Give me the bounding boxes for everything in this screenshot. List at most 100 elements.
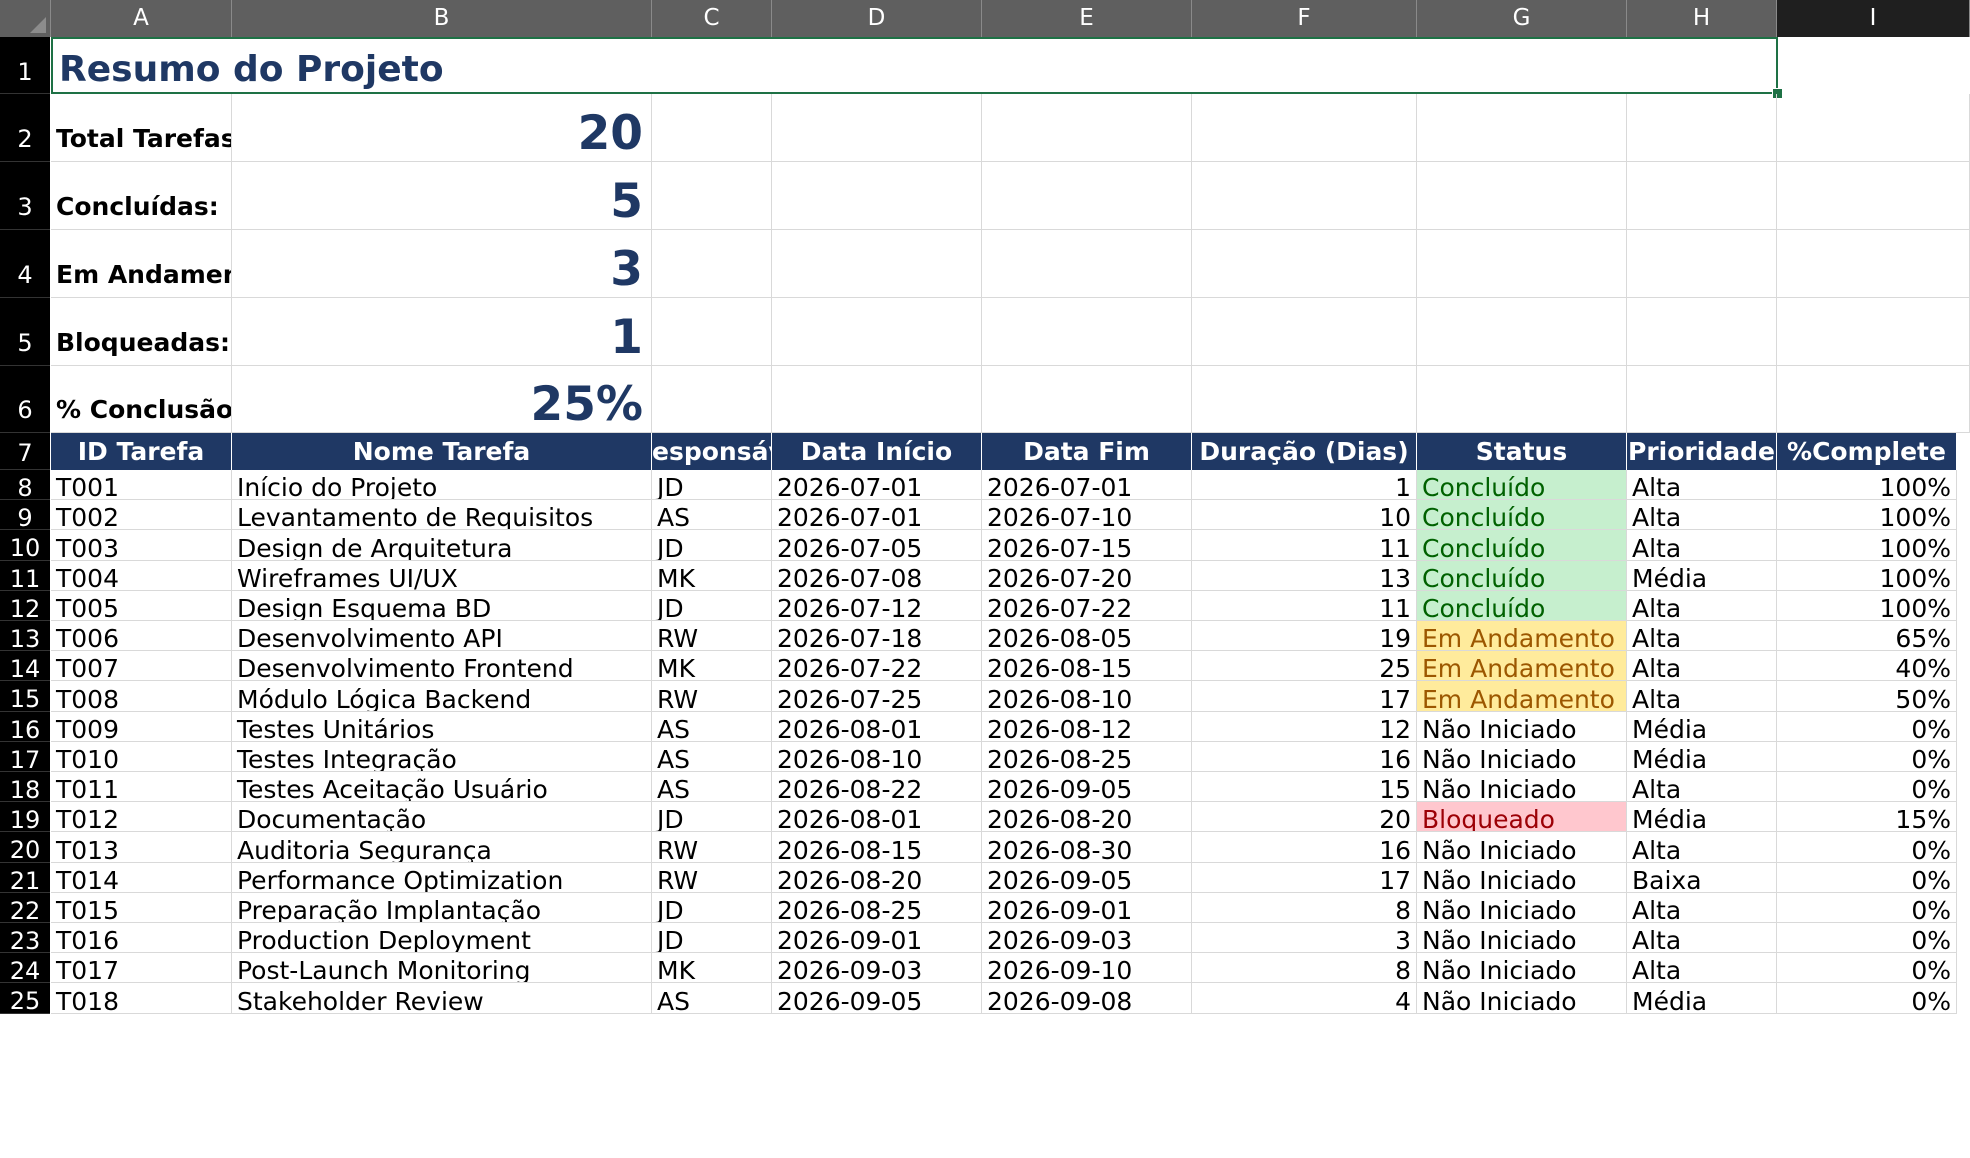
row-header[interactable]: 13 <box>0 621 50 653</box>
empty-cell[interactable] <box>1627 298 1777 366</box>
task-start-date[interactable]: 2026-07-25 <box>772 681 982 712</box>
task-responsible[interactable]: JD <box>652 470 772 500</box>
task-status[interactable]: Não Iniciado <box>1417 893 1627 923</box>
task-end-date[interactable]: 2026-08-20 <box>982 802 1192 832</box>
task-end-date[interactable]: 2026-08-12 <box>982 712 1192 742</box>
task-duration[interactable]: 10 <box>1192 500 1417 530</box>
task-end-date[interactable]: 2026-09-03 <box>982 923 1192 953</box>
summary-label[interactable]: Total Tarefas: <box>51 94 232 162</box>
empty-cell[interactable] <box>1192 162 1417 230</box>
task-end-date[interactable]: 2026-07-15 <box>982 530 1192 561</box>
row-header[interactable]: 10 <box>0 530 50 562</box>
empty-cell[interactable] <box>1192 298 1417 366</box>
task-status[interactable]: Bloqueado <box>1417 802 1627 832</box>
task-id[interactable]: T012 <box>51 802 232 832</box>
row-header-6[interactable]: 6 <box>0 366 50 433</box>
empty-cell[interactable] <box>1777 366 1970 433</box>
task-id[interactable]: T013 <box>51 832 232 863</box>
task-start-date[interactable]: 2026-08-01 <box>772 712 982 742</box>
task-name[interactable]: Performance Optimization <box>232 863 652 893</box>
task-id[interactable]: T017 <box>51 953 232 983</box>
task-priority[interactable]: Alta <box>1627 893 1777 923</box>
task-responsible[interactable]: MK <box>652 651 772 681</box>
task-name[interactable]: Levantamento de Requisitos <box>232 500 652 530</box>
task-priority[interactable]: Alta <box>1627 591 1777 621</box>
row-header[interactable]: 8 <box>0 470 50 502</box>
empty-cell[interactable] <box>1192 94 1417 162</box>
page-title[interactable]: Resumo do Projeto <box>51 37 1778 94</box>
row-header[interactable]: 25 <box>0 983 50 1015</box>
summary-label[interactable]: Em Andament <box>51 230 232 298</box>
row-header-5[interactable]: 5 <box>0 298 50 366</box>
row-header-4[interactable]: 4 <box>0 230 50 298</box>
task-id[interactable]: T007 <box>51 651 232 681</box>
task-priority[interactable]: Alta <box>1627 500 1777 530</box>
column-header-g[interactable]: G <box>1417 0 1627 37</box>
task-end-date[interactable]: 2026-07-01 <box>982 470 1192 500</box>
task-percent-complete[interactable]: 0% <box>1777 712 1957 742</box>
task-priority[interactable]: Alta <box>1627 530 1777 561</box>
column-header-f[interactable]: F <box>1192 0 1417 37</box>
task-start-date[interactable]: 2026-07-01 <box>772 500 982 530</box>
task-status[interactable]: Não Iniciado <box>1417 863 1627 893</box>
task-percent-complete[interactable]: 40% <box>1777 651 1957 681</box>
task-id[interactable]: T008 <box>51 681 232 712</box>
task-priority[interactable]: Baixa <box>1627 863 1777 893</box>
task-responsible[interactable]: JD <box>652 802 772 832</box>
task-id[interactable]: T005 <box>51 591 232 621</box>
task-responsible[interactable]: AS <box>652 742 772 772</box>
empty-cell[interactable] <box>772 230 982 298</box>
task-id[interactable]: T011 <box>51 772 232 802</box>
task-responsible[interactable]: AS <box>652 712 772 742</box>
row-header[interactable]: 23 <box>0 923 50 955</box>
task-start-date[interactable]: 2026-07-12 <box>772 591 982 621</box>
task-duration[interactable]: 16 <box>1192 832 1417 863</box>
task-id[interactable]: T018 <box>51 983 232 1014</box>
task-priority[interactable]: Alta <box>1627 621 1777 651</box>
task-id[interactable]: T006 <box>51 621 232 651</box>
task-priority[interactable]: Média <box>1627 712 1777 742</box>
task-duration[interactable]: 8 <box>1192 893 1417 923</box>
task-percent-complete[interactable]: 0% <box>1777 742 1957 772</box>
task-name[interactable]: Módulo Lógica Backend <box>232 681 652 712</box>
empty-cell[interactable] <box>1777 94 1970 162</box>
task-start-date[interactable]: 2026-08-20 <box>772 863 982 893</box>
empty-cell[interactable] <box>652 298 772 366</box>
task-start-date[interactable]: 2026-07-08 <box>772 561 982 591</box>
empty-cell[interactable] <box>1417 366 1627 433</box>
task-id[interactable]: T010 <box>51 742 232 772</box>
empty-cell[interactable] <box>1417 298 1627 366</box>
task-responsible[interactable]: AS <box>652 500 772 530</box>
column-header-a[interactable]: A <box>51 0 232 37</box>
task-responsible[interactable]: JD <box>652 591 772 621</box>
empty-cell[interactable] <box>772 366 982 433</box>
empty-cell[interactable] <box>1417 162 1627 230</box>
task-responsible[interactable]: JD <box>652 530 772 561</box>
task-start-date[interactable]: 2026-09-03 <box>772 953 982 983</box>
task-status[interactable]: Concluído <box>1417 561 1627 591</box>
empty-cell[interactable] <box>772 94 982 162</box>
empty-cell[interactable] <box>1417 230 1627 298</box>
empty-cell[interactable] <box>1627 366 1777 433</box>
task-priority[interactable]: Média <box>1627 742 1777 772</box>
task-id[interactable]: T001 <box>51 470 232 500</box>
task-status[interactable]: Não Iniciado <box>1417 742 1627 772</box>
task-start-date[interactable]: 2026-07-01 <box>772 470 982 500</box>
task-name[interactable]: Post-Launch Monitoring <box>232 953 652 983</box>
task-responsible[interactable]: RW <box>652 681 772 712</box>
task-start-date[interactable]: 2026-07-22 <box>772 651 982 681</box>
empty-cell[interactable] <box>1777 162 1970 230</box>
header-end-date[interactable]: Data Fim <box>982 433 1192 470</box>
empty-cell[interactable] <box>982 162 1192 230</box>
column-header-i[interactable]: I <box>1777 0 1970 37</box>
task-duration[interactable]: 13 <box>1192 561 1417 591</box>
task-id[interactable]: T015 <box>51 893 232 923</box>
task-name[interactable]: Wireframes UI/UX <box>232 561 652 591</box>
empty-cell[interactable] <box>1777 298 1970 366</box>
task-status[interactable]: Não Iniciado <box>1417 832 1627 863</box>
task-status[interactable]: Em Andamento <box>1417 621 1627 651</box>
task-priority[interactable]: Alta <box>1627 832 1777 863</box>
task-percent-complete[interactable]: 0% <box>1777 893 1957 923</box>
task-end-date[interactable]: 2026-09-10 <box>982 953 1192 983</box>
task-name[interactable]: Design Esquema BD <box>232 591 652 621</box>
